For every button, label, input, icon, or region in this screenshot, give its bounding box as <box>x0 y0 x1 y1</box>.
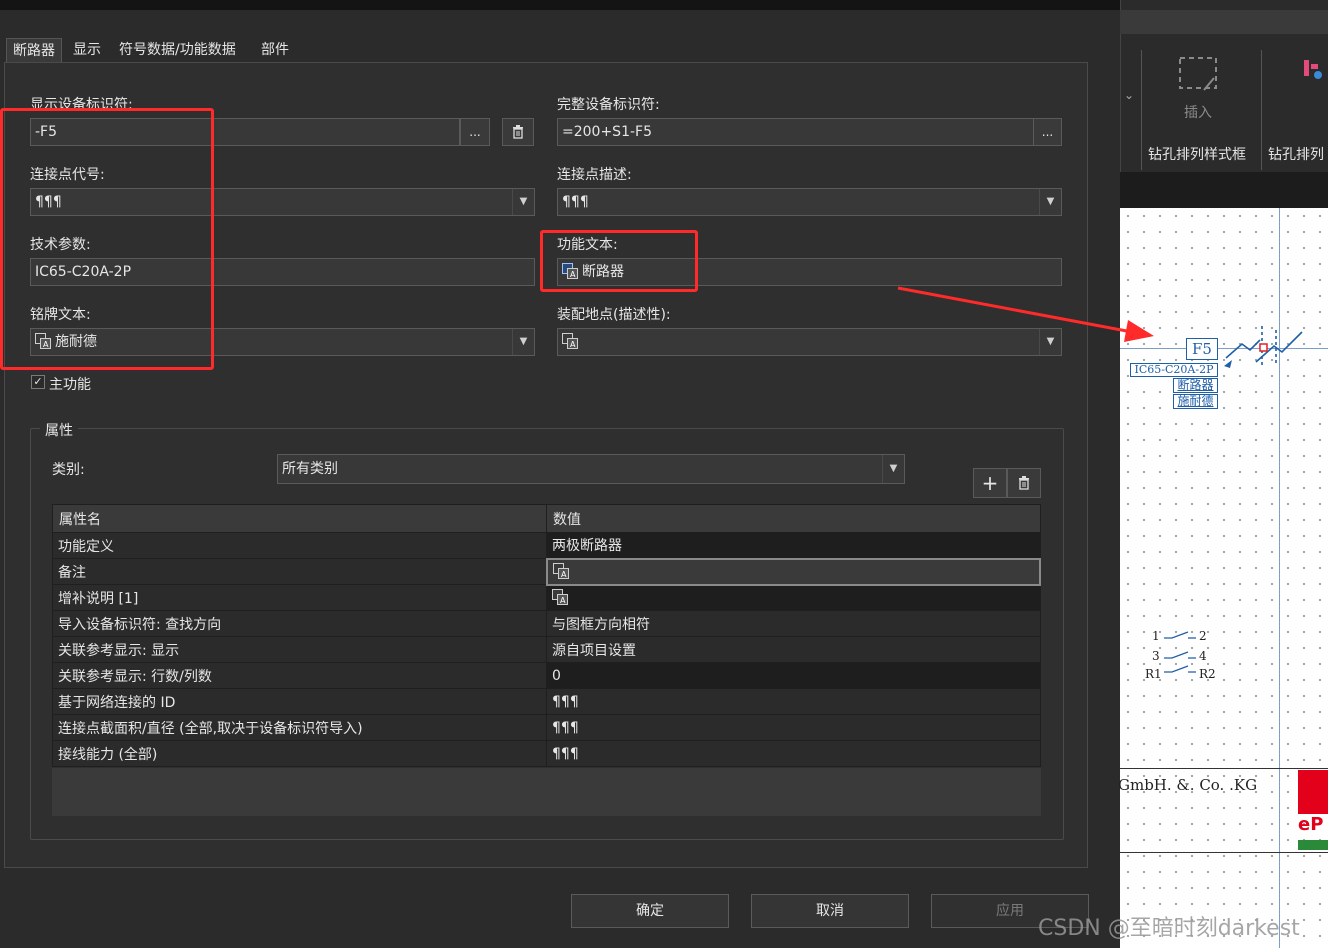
table-header-row: 属性名 数值 <box>52 504 1041 533</box>
drill-pattern-icon[interactable] <box>1302 58 1324 82</box>
table-row[interactable]: 备注 A <box>52 557 1041 586</box>
category-select[interactable]: 所有类别 ▼ <box>277 454 905 484</box>
property-name: 功能定义 <box>52 532 547 559</box>
pin-r1: R1 <box>1145 667 1162 681</box>
table-empty-area <box>52 768 1041 816</box>
eplan-logo-text: eP <box>1298 814 1324 835</box>
property-value-cell[interactable]: A <box>546 584 1041 611</box>
add-property-button[interactable]: + <box>973 468 1007 498</box>
column-header-value: 数值 <box>546 504 1041 533</box>
pin-3: 3 <box>1152 649 1160 663</box>
table-row[interactable]: 基于网络连接的 ID ¶¶¶ <box>52 688 1041 715</box>
pin-4: 4 <box>1199 649 1207 663</box>
chevron-down-icon[interactable]: ▼ <box>512 329 534 355</box>
properties-group-title: 属性 <box>40 420 78 440</box>
ok-button[interactable]: 确定 <box>571 894 729 928</box>
property-value[interactable]: 源自项目设置 <box>546 636 1041 663</box>
full-dt-label: 完整设备标识符: <box>557 97 660 113</box>
delete-icon[interactable] <box>502 118 534 146</box>
category-label: 类别: <box>52 462 85 478</box>
conn-desc-label: 连接点描述: <box>557 167 632 183</box>
property-name: 备注 <box>52 558 547 585</box>
tab-symbol-function-data[interactable]: 符号数据/功能数据 <box>113 38 242 62</box>
ribbon-divider <box>1141 50 1142 170</box>
category-value: 所有类别 <box>282 461 338 477</box>
logo-stripe <box>1298 840 1328 850</box>
conn-desc-value: ¶¶¶ <box>562 194 589 210</box>
function-text-label[interactable]: 断路器 <box>1173 378 1218 393</box>
schematic-grid-line <box>1279 208 1280 948</box>
property-name: 导入设备标识符: 查找方向 <box>52 610 547 637</box>
breaker-symbol[interactable] <box>1220 322 1320 372</box>
pin-2: 2 <box>1199 629 1207 643</box>
table-row[interactable]: 关联参考显示: 显示 源自项目设置 <box>52 636 1041 663</box>
property-value[interactable]: 0 <box>546 662 1041 689</box>
svg-text:A: A <box>561 570 567 579</box>
drill-pattern-label[interactable]: 钻孔排列 <box>1268 144 1324 164</box>
table-row[interactable]: 增补说明 [1] A <box>52 584 1041 611</box>
title-block-line <box>1120 852 1328 853</box>
chevron-down-icon[interactable]: ⌄ <box>1120 80 1138 110</box>
nameplate-text-label[interactable]: 施耐德 <box>1173 394 1218 409</box>
chevron-down-icon[interactable]: ▼ <box>512 189 534 215</box>
svg-text:A: A <box>560 596 566 605</box>
translate-icon: A <box>552 563 569 579</box>
translate-icon: A <box>552 589 568 606</box>
watermark: CSDN @至暗时刻darkest <box>1038 916 1300 941</box>
company-name: GmbH. &. Co. .KG <box>1118 776 1258 794</box>
highlight-box <box>540 230 698 292</box>
full-dt-browse-button[interactable]: ... <box>1033 118 1062 146</box>
table-row[interactable]: 接线能力 (全部) ¶¶¶ <box>52 740 1041 767</box>
tab-breaker[interactable]: 断路器 <box>6 38 62 62</box>
properties-table: 属性名 数值 功能定义 两极断路器 备注 A 增补说明 [1] A 导入设备标识… <box>52 504 1041 767</box>
cancel-button[interactable]: 取消 <box>751 894 909 928</box>
tab-display[interactable]: 显示 <box>67 38 107 62</box>
dialog-titlebar <box>0 0 1120 10</box>
pin-1: 1 <box>1152 629 1160 643</box>
annotation-arrow <box>896 286 1156 346</box>
chevron-down-icon[interactable]: ▼ <box>1039 189 1061 215</box>
ribbon-tabbar <box>1120 10 1328 34</box>
display-dt-browse-button[interactable]: ... <box>460 118 490 146</box>
chevron-down-icon[interactable]: ▼ <box>882 455 904 483</box>
property-name: 接线能力 (全部) <box>52 740 547 767</box>
drill-pattern-frame-label[interactable]: 钻孔排列样式框 <box>1148 144 1246 164</box>
property-value-cell[interactable]: A <box>545 557 1041 586</box>
main-function-label: 主功能 <box>49 377 91 393</box>
tab-parts[interactable]: 部件 <box>255 38 295 62</box>
column-header-name: 属性名 <box>52 504 547 533</box>
ribbon-divider <box>1261 50 1262 170</box>
property-name: 基于网络连接的 ID <box>52 688 547 715</box>
translate-icon: A <box>562 333 578 349</box>
insert-label[interactable]: 插入 <box>1184 102 1212 122</box>
table-row[interactable]: 连接点截面积/直径 (全部,取决于设备标识符导入) ¶¶¶ <box>52 714 1041 741</box>
contact-image-symbol <box>1162 630 1198 680</box>
device-tag[interactable]: F5 <box>1186 338 1218 360</box>
property-value[interactable]: ¶¶¶ <box>546 714 1041 741</box>
table-row[interactable]: 关联参考显示: 行数/列数 0 <box>52 662 1041 689</box>
delete-icon[interactable] <box>1007 468 1041 498</box>
full-dt-input[interactable]: =200+S1-F5 <box>557 118 1035 146</box>
property-value[interactable]: 与图框方向相符 <box>546 610 1041 637</box>
property-name: 增补说明 [1] <box>52 584 547 611</box>
property-value[interactable]: ¶¶¶ <box>546 740 1041 767</box>
main-function-checkbox[interactable]: ✓ <box>31 375 45 389</box>
property-value[interactable]: ¶¶¶ <box>546 688 1041 715</box>
property-name: 连接点截面积/直径 (全部,取决于设备标识符导入) <box>52 714 547 741</box>
table-row[interactable]: 导入设备标识符: 查找方向 与图框方向相符 <box>52 610 1041 637</box>
svg-text:A: A <box>570 340 576 349</box>
property-name: 关联参考显示: 显示 <box>52 636 547 663</box>
property-value[interactable]: 两极断路器 <box>546 532 1041 559</box>
tech-data-label[interactable]: IC65-C20A-2P <box>1130 363 1218 377</box>
eplan-logo-icon <box>1298 770 1328 814</box>
mount-label: 装配地点(描述性): <box>557 307 671 323</box>
highlight-box <box>0 108 214 370</box>
table-row[interactable]: 功能定义 两极断路器 <box>52 532 1041 559</box>
insert-frame-icon[interactable] <box>1176 56 1220 96</box>
property-name: 关联参考显示: 行数/列数 <box>52 662 547 689</box>
ribbon-bottom-strip <box>1120 172 1328 208</box>
conn-desc-select[interactable]: ¶¶¶ ▼ <box>557 188 1062 216</box>
title-block-line <box>1120 768 1328 769</box>
pin-r2: R2 <box>1199 667 1216 681</box>
